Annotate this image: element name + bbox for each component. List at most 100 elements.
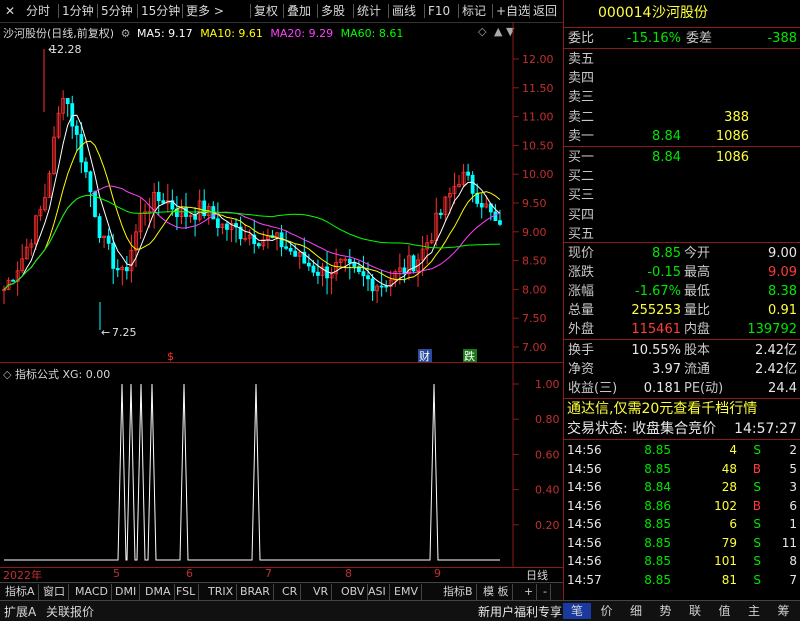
toolbar-item-2[interactable]: 5分钟 [101,3,133,19]
period-label[interactable]: 日线 [526,567,548,583]
tab-15[interactable]: + [521,584,538,600]
event-marker-s[interactable]: $ [167,350,174,362]
toolbar-item-11[interactable]: 标记 [462,3,486,19]
candle-body [288,247,293,252]
tab-6[interactable]: TRIX [205,584,238,600]
tab-13[interactable]: 指标B [440,584,477,600]
ind-tick-label: 0.60 [535,448,560,461]
ind-tick-label: 1.00 [535,378,560,391]
detail-tab-5[interactable]: 值 [711,603,739,619]
tab-11[interactable]: ASI [365,584,390,600]
tab-14[interactable]: 模 板 [480,584,513,600]
toolbar-item-9[interactable]: 画线 [392,3,416,19]
toolbar-item-8[interactable]: 统计 [357,3,381,19]
detail-tab-6[interactable]: 主 [740,603,768,619]
tick-time: 14:56 [567,461,602,476]
notice-row[interactable]: 通达信,仅需20元查看千档行情 [564,400,800,419]
candle-body [311,265,316,273]
tab-7[interactable]: BRAR [237,584,274,600]
tick-count: 7 [789,572,797,587]
toolbar-item-5[interactable]: 复权 [254,3,278,19]
top-toolbar: 分时 1分钟 5分钟 15分钟 更多 > 复权 叠加 多股 统计 画线 F10 标记 +自选 返回 ✕ [0,0,563,23]
date-label-jun: 6 [186,567,193,580]
tab-4[interactable]: DMA [142,584,175,600]
status-bar: 扩展A 关联报价 新用户福利专享 笔价细势联值主筹 [0,600,800,621]
candle-body [11,279,16,282]
kline-canvas[interactable]: 12.00 11.50 11.00 10.50 10.00 9.50 9.00 8.50 8.0… [0,22,563,362]
candle-body [156,192,161,202]
date-label-sep: 9 [434,567,441,580]
detail-tab-7[interactable]: 筹 [770,603,798,619]
detail-tab-1[interactable]: 价 [593,603,621,619]
toolbar-item-0[interactable]: 分时 [26,3,50,19]
event-marker-cai[interactable]: 财 [419,349,430,362]
tab-12[interactable]: EMV [391,584,422,600]
tab-1[interactable]: 窗口 [40,584,69,600]
buy-level-3: 买三 [564,186,800,205]
tab-2[interactable]: MACD [72,584,112,600]
candle-body [352,262,357,268]
toolbar-separator [424,4,425,18]
date-label-may: 5 [113,567,120,580]
tick-row: 14:56 8.85 48 B 5 [564,460,800,478]
weicha-value: -388 [767,31,797,46]
toolbar-separator [458,4,459,18]
book-divider [564,146,800,147]
candle-body [93,191,97,217]
sell-label: 卖四 [568,71,595,87]
price-tick-label: 7.00 [522,341,547,354]
sell-price: 8.84 [652,128,681,144]
toolbar-item-6[interactable]: 叠加 [287,3,311,19]
toolbar-item-4[interactable]: 更多 > [186,3,224,19]
tick-time: 14:56 [567,535,602,550]
candle-body [493,211,498,222]
high-arrow-icon: ← [48,43,57,56]
tab-5[interactable]: FSL [173,584,200,600]
tick-count: 1 [789,517,797,531]
tick-side: S [753,535,761,550]
candle-body [361,271,366,277]
toolbar-item-1[interactable]: 1分钟 [62,3,94,19]
indicator-canvas[interactable]: 1.00 0.80 0.60 0.40 0.20 [0,363,563,567]
candle-body [293,250,298,257]
toolbar-item-3[interactable]: 15分钟 [141,3,180,19]
stat-label: 现价 [568,246,595,261]
stat-label: 量比 [684,303,711,318]
toolbar-item-10[interactable]: F10 [428,3,450,19]
detail-tab-2[interactable]: 细 [622,603,650,619]
kline-chart-panel[interactable]: 沙河股份(日线,前复权) ⚙ MA5: 9.17 MA10: 9.61 MA20… [0,22,563,363]
tab-9[interactable]: VR [310,584,333,600]
related-quote-button[interactable]: 关联报价 [46,603,94,620]
close-x-icon[interactable]: ✕ [5,3,15,19]
ma5-line [3,114,501,290]
tab-0[interactable]: 指标A [2,584,39,600]
detail-tab-4[interactable]: 联 [681,603,709,619]
detail-tab-3[interactable]: 势 [652,603,680,619]
tick-volume: 81 [721,572,737,587]
candle-body [479,203,484,208]
extend-a-button[interactable]: 扩展A [4,603,36,620]
tab-10[interactable]: OBV [338,584,369,600]
ind-tick-label: 0.20 [535,519,560,532]
tab-16[interactable]: - [540,584,551,600]
candle-body [124,267,129,272]
stat-value: 8.38 [768,284,797,299]
buy-level-5: 买五 [564,225,800,244]
notice-text[interactable]: 通达信,仅需20元查看千档行情 [567,400,757,419]
indicator-panel[interactable]: ◇ 指标公式 XG: 0.00 1.00 0.80 0.60 0.40 0.20 [0,363,563,568]
toolbar-item-7[interactable]: 多股 [321,3,345,19]
candle-body [498,220,502,225]
tab-3[interactable]: DMI [112,584,141,600]
candle-body [316,271,320,276]
toolbar-separator [250,4,251,18]
promo-link[interactable]: 新用户福利专享 [478,603,562,620]
candle-body [347,258,352,264]
detail-tab-0[interactable]: 笔 [563,603,591,619]
candle-body [370,278,375,292]
toolbar-item-12[interactable]: +自选 [496,3,530,19]
event-marker-die[interactable]: 跌 [464,349,475,362]
stat-label: 最低 [684,284,711,299]
buy-label: 买四 [568,207,595,223]
toolbar-item-13[interactable]: 返回 [533,3,557,19]
tab-8[interactable]: CR [279,584,302,600]
